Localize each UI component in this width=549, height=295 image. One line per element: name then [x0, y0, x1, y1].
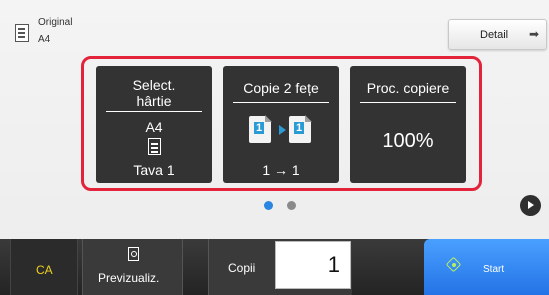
convert-arrow-icon — [279, 125, 286, 135]
original-label: Original — [38, 17, 73, 28]
tile-divider — [106, 111, 202, 112]
output-sheet-number: 1 — [294, 122, 305, 134]
paper-tray-value: Tava 1 — [133, 162, 175, 178]
start-button[interactable]: Start — [424, 239, 549, 295]
preview-button[interactable]: Previzualiz. — [82, 239, 183, 295]
preview-magnifier-icon — [127, 247, 141, 263]
paper-select-tile[interactable]: Select. hârtie A4 Tava 1 — [96, 66, 212, 183]
page-indicator-inactive[interactable] — [287, 201, 296, 210]
duplex-mode-value: 1 → 1 — [262, 162, 300, 178]
original-document-icon — [15, 24, 29, 42]
play-right-icon — [528, 201, 534, 209]
detail-button-label: Detail — [480, 29, 509, 41]
original-size: A4 — [38, 34, 51, 45]
paper-select-title-line1: Select. — [132, 77, 176, 93]
duplex-copy-title: Copie 2 fețe — [243, 80, 319, 96]
tile-divider — [233, 102, 329, 103]
copy-ratio-value: 100% — [382, 130, 434, 152]
paper-tray-icon — [145, 138, 163, 156]
copies-label: Copii — [228, 261, 256, 275]
tile-divider — [360, 102, 456, 103]
clear-all-label: CA — [36, 263, 53, 277]
start-label: Start — [483, 264, 505, 275]
preview-label: Previzualiz. — [98, 271, 160, 285]
source-sheet-number: 1 — [254, 122, 265, 134]
duplex-copy-icon: 1 1 — [249, 115, 319, 146]
copies-input[interactable] — [275, 241, 351, 289]
start-diamond-icon — [445, 256, 462, 273]
paper-select-title-line2: hârtie — [136, 93, 172, 109]
arrow-right-icon: ➡ — [529, 27, 540, 41]
clear-all-button[interactable]: CA — [10, 239, 78, 295]
copy-ratio-tile[interactable]: Proc. copiere 100% — [350, 66, 466, 183]
copy-screen: Original A4 Detail ➡ Select. hârtie A4 T… — [0, 0, 549, 295]
copy-ratio-title: Proc. copiere — [366, 80, 450, 96]
page-indicator-active[interactable] — [264, 201, 273, 210]
detail-button[interactable]: Detail ➡ — [448, 19, 547, 50]
source-sheet-icon: 1 — [249, 115, 272, 143]
output-sheet-icon: 1 — [289, 115, 312, 143]
paper-size-value: A4 — [145, 119, 163, 135]
duplex-copy-tile[interactable]: Copie 2 fețe 1 1 1 → 1 — [223, 66, 339, 183]
next-page-button[interactable] — [520, 195, 541, 216]
